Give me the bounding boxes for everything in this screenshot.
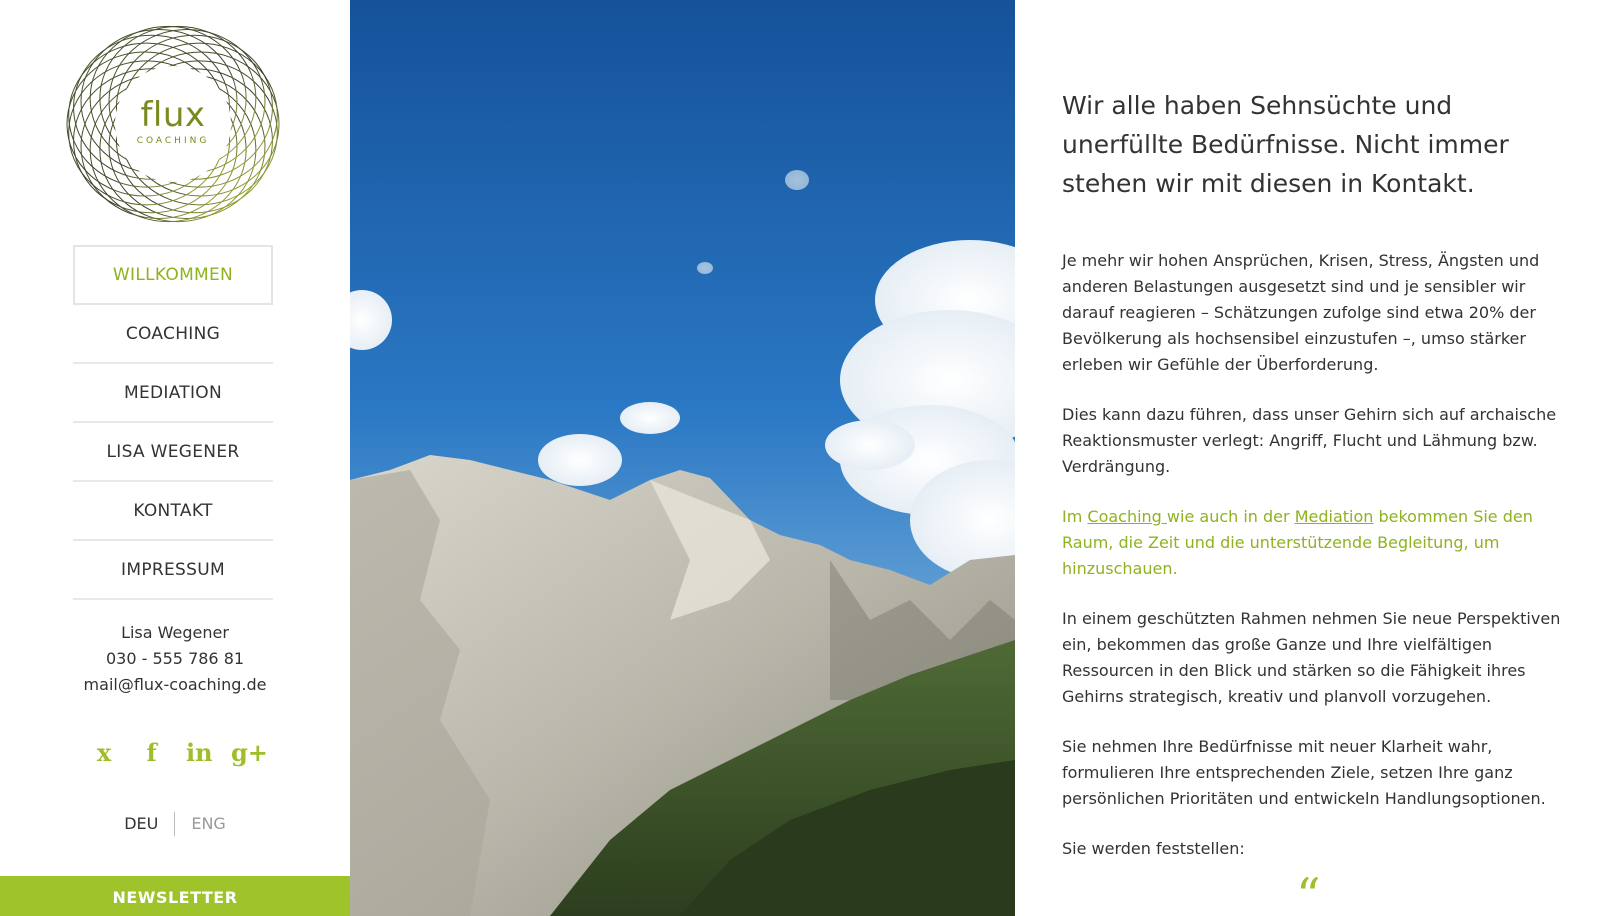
facebook-icon[interactable]: f bbox=[136, 738, 168, 767]
social-links: x f in g+ bbox=[88, 738, 268, 767]
contact-email[interactable]: mail@flux-coaching.de bbox=[0, 672, 350, 698]
nav-item-kontakt[interactable]: KONTAKT bbox=[73, 482, 273, 541]
xing-icon[interactable]: x bbox=[88, 738, 120, 767]
sidebar: flux COACHING WILLKOMMEN COACHING MEDIAT… bbox=[0, 0, 350, 916]
paragraph-4: Sie nehmen Ihre Bedürfnisse mit neuer Kl… bbox=[1062, 737, 1546, 808]
paragraph-1: Je mehr wir hohen Ansprüchen, Krisen, St… bbox=[1062, 251, 1540, 374]
main-navigation: WILLKOMMEN COACHING MEDIATION LISA WEGEN… bbox=[73, 245, 273, 600]
paragraph-2: Dies kann dazu führen, dass unser Gehirn… bbox=[1062, 405, 1557, 476]
quote-mark-icon: “ bbox=[1296, 868, 1321, 916]
mediation-link[interactable]: Mediation bbox=[1295, 507, 1374, 526]
hero-mountain-image bbox=[350, 0, 1015, 916]
linkedin-icon[interactable]: in bbox=[183, 738, 215, 767]
contact-info: Lisa Wegener 030 - 555 786 81 mail@flux-… bbox=[0, 620, 350, 698]
logo-name: flux bbox=[140, 95, 206, 135]
language-deu[interactable]: DEU bbox=[124, 812, 176, 836]
newsletter-button[interactable]: NEWSLETTER bbox=[0, 876, 350, 916]
logo-text: flux COACHING bbox=[58, 96, 288, 146]
nav-item-lisa-wegener[interactable]: LISA WEGENER bbox=[73, 423, 273, 482]
highlight-paragraph: Im Coaching wie auch in der Mediation be… bbox=[1062, 504, 1562, 582]
main-content: Wir alle haben Sehnsüchte und unerfüllte… bbox=[1062, 86, 1562, 886]
logo-subtitle: COACHING bbox=[136, 136, 210, 146]
nav-item-willkommen[interactable]: WILLKOMMEN bbox=[73, 245, 273, 305]
contact-phone[interactable]: 030 - 555 786 81 bbox=[0, 646, 350, 672]
contact-name: Lisa Wegener bbox=[121, 623, 229, 642]
paragraph-5: Sie werden feststellen: bbox=[1062, 839, 1245, 858]
google-plus-icon[interactable]: g+ bbox=[231, 738, 268, 767]
highlight-prefix: Im bbox=[1062, 507, 1088, 526]
highlight-middle: wie auch in der bbox=[1166, 507, 1295, 526]
nav-item-impressum[interactable]: IMPRESSUM bbox=[73, 541, 273, 600]
language-eng[interactable]: ENG bbox=[175, 812, 225, 836]
mountain-landscape-image bbox=[350, 0, 1015, 916]
page-headline: Wir alle haben Sehnsüchte und unerfüllte… bbox=[1062, 91, 1509, 198]
coaching-link[interactable]: Coaching bbox=[1087, 507, 1167, 526]
nav-item-mediation[interactable]: MEDIATION bbox=[73, 364, 273, 423]
language-switcher: DEU ENG bbox=[0, 812, 350, 836]
paragraph-3: In einem geschützten Rahmen nehmen Sie n… bbox=[1062, 609, 1561, 706]
nav-item-coaching[interactable]: COACHING bbox=[73, 305, 273, 364]
flux-logo[interactable]: flux COACHING bbox=[58, 14, 288, 234]
